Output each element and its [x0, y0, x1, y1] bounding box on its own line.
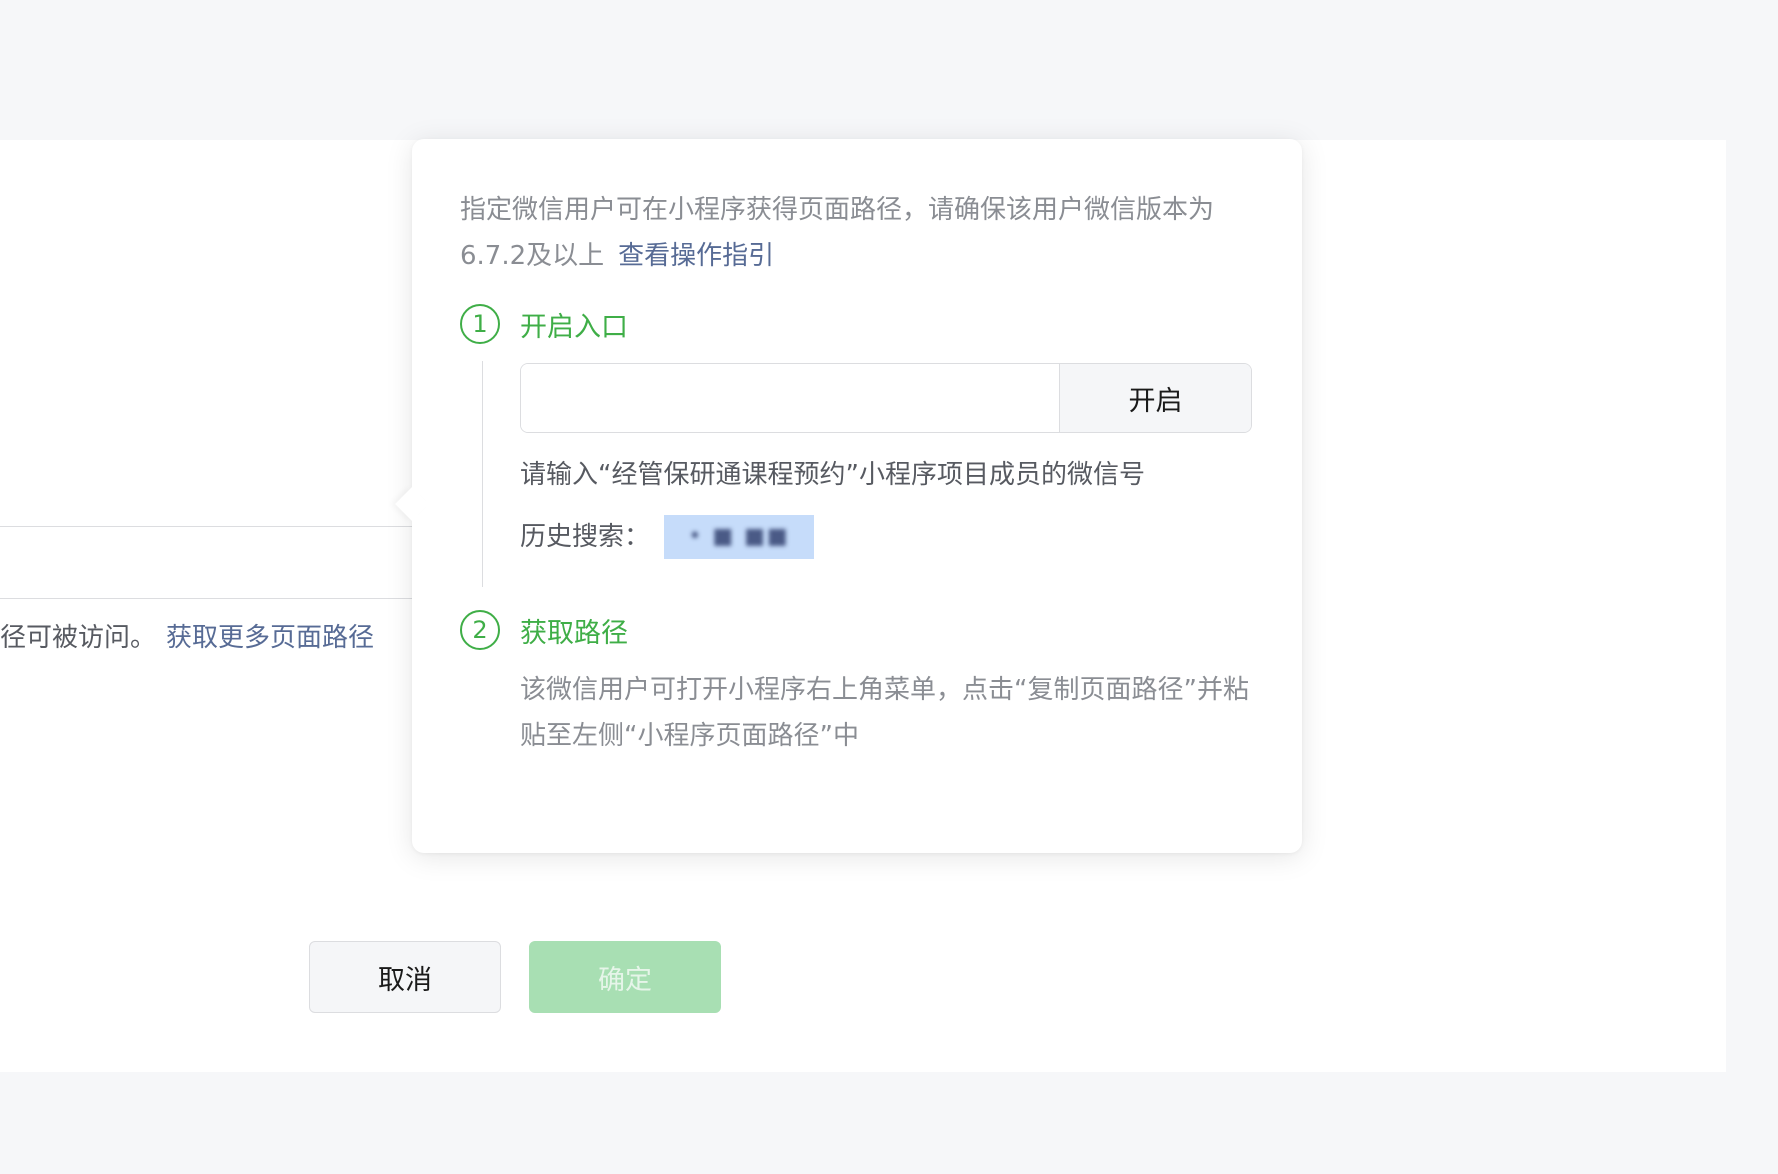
intro-text: 指定微信用户可在小程序获得页面路径，请确保该用户微信版本为6.7.2及以上: [460, 195, 1215, 271]
field-divider: [0, 526, 412, 527]
step-connector-line: [482, 361, 483, 587]
step-number-badge: 1: [460, 304, 500, 344]
view-guide-link[interactable]: 查看操作指引: [618, 241, 774, 271]
cancel-button[interactable]: 取消: [309, 941, 501, 1013]
page-stage: 径可被访问。 获取更多页面路径 指定微信用户可在小程序获得页面路径，请确保该用户微…: [0, 0, 1778, 1174]
step-header: 1 开启入口: [460, 301, 1260, 347]
get-path-popover: 指定微信用户可在小程序获得页面路径，请确保该用户微信版本为6.7.2及以上 查看操…: [395, 139, 1302, 853]
step-get-path: 2 获取路径 该微信用户可打开小程序右上角菜单，点击“复制页面路径”并粘贴至左侧…: [460, 607, 1260, 759]
field-divider: [0, 598, 412, 599]
wechat-id-input-group: 开启: [520, 363, 1252, 433]
popover-intro: 指定微信用户可在小程序获得页面路径，请确保该用户微信版本为6.7.2及以上 查看操…: [460, 187, 1260, 279]
wechat-id-hint: 请输入“经管保研通课程预约”小程序项目成员的微信号: [520, 460, 1145, 490]
search-history: 历史搜索： • ■ ■■: [520, 515, 1260, 559]
wechat-id-input[interactable]: [521, 364, 1059, 432]
step-number-badge: 2: [460, 610, 500, 650]
popover-content: 指定微信用户可在小程序获得页面路径，请确保该用户微信版本为6.7.2及以上 查看操…: [460, 187, 1260, 759]
step-title: 获取路径: [520, 617, 628, 649]
path-notice: 径可被访问。 获取更多页面路径: [0, 618, 374, 658]
open-entry-button[interactable]: 开启: [1059, 364, 1251, 432]
get-path-description: 该微信用户可打开小程序右上角菜单，点击“复制页面路径”并粘贴至左侧“小程序页面路…: [520, 675, 1249, 751]
history-item-chip[interactable]: • ■ ■■: [664, 515, 815, 559]
history-label: 历史搜索：: [520, 522, 651, 552]
history-item-value: • ■ ■■: [688, 524, 790, 549]
confirm-button[interactable]: 确定: [529, 941, 721, 1013]
step-title: 开启入口: [520, 311, 628, 343]
step-body: 开启 请输入“经管保研通课程预约”小程序项目成员的微信号 历史搜索： • ■ ■…: [520, 347, 1260, 589]
path-notice-text: 径可被访问。: [0, 623, 157, 653]
step-header: 2 获取路径: [460, 607, 1260, 653]
step-enable-entry: 1 开启入口 开启 请输入“经管保研通课程预约”小程序项目成员的微信号 历史搜索…: [460, 301, 1260, 589]
step-body: 该微信用户可打开小程序右上角菜单，点击“复制页面路径”并粘贴至左侧“小程序页面路…: [520, 667, 1260, 759]
get-more-paths-link[interactable]: 获取更多页面路径: [166, 623, 374, 653]
